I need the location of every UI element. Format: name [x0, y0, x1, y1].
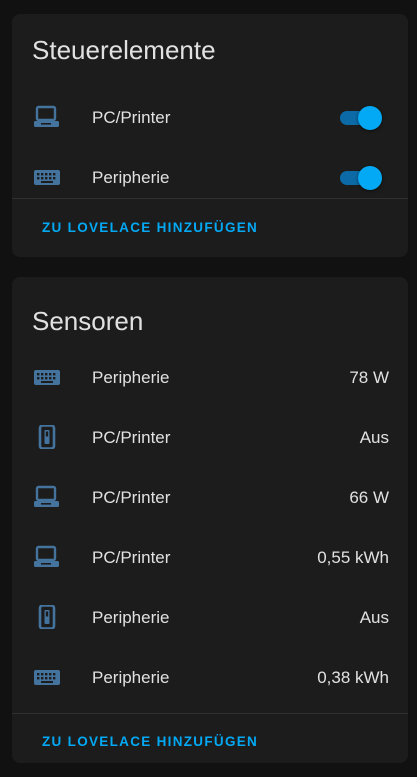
laptop-icon — [32, 545, 62, 569]
sensor-row[interactable]: PC/Printer 0,55 kWh — [12, 537, 408, 577]
sensor-value: Aus — [359, 608, 389, 627]
power-socket-icon — [32, 605, 62, 629]
controls-card-title: Steuerelemente — [32, 35, 216, 65]
sensor-row[interactable]: Peripherie 78 W — [12, 357, 408, 397]
control-row-pc-printer[interactable]: PC/Printer — [12, 97, 408, 137]
keyboard-icon — [32, 165, 62, 189]
controls-card: Steuerelemente PC/Printer Peripherie ZU … — [12, 14, 408, 257]
peripherie-toggle[interactable] — [338, 166, 382, 190]
toggle-knob — [358, 106, 382, 130]
sensor-value: 66 W — [349, 488, 389, 507]
sensors-card-title: Sensoren — [32, 306, 144, 336]
keyboard-icon — [32, 365, 62, 389]
toggle-knob — [358, 166, 382, 190]
laptop-icon — [32, 105, 62, 129]
sensor-value: 0,55 kWh — [317, 548, 389, 567]
sensor-label: PC/Printer — [92, 548, 171, 567]
sensor-label: PC/Printer — [92, 428, 171, 447]
add-to-lovelace-button[interactable]: ZU LOVELACE HINZUFÜGEN — [42, 734, 258, 749]
card-divider — [12, 198, 408, 199]
sensor-value: 78 W — [349, 368, 389, 387]
sensor-label: Peripherie — [92, 368, 170, 387]
keyboard-icon — [32, 665, 62, 689]
sensor-row[interactable]: Peripherie Aus — [12, 597, 408, 637]
sensor-label: PC/Printer — [92, 488, 171, 507]
control-label: PC/Printer — [92, 108, 171, 127]
control-row-peripherie[interactable]: Peripherie — [12, 157, 408, 197]
sensor-value: 0,38 kWh — [317, 668, 389, 687]
sensor-row[interactable]: PC/Printer Aus — [12, 417, 408, 457]
sensor-value: Aus — [359, 428, 389, 447]
pc-printer-toggle[interactable] — [338, 106, 382, 130]
sensors-card: Sensoren Peripherie 78 W PC/Printer Aus … — [12, 277, 408, 763]
sensor-label: Peripherie — [92, 608, 170, 627]
sensor-label: Peripherie — [92, 668, 170, 687]
sensor-row[interactable]: Peripherie 0,38 kWh — [12, 657, 408, 697]
sensor-row[interactable]: PC/Printer 66 W — [12, 477, 408, 517]
control-label: Peripherie — [92, 168, 170, 187]
laptop-icon — [32, 485, 62, 509]
add-to-lovelace-button[interactable]: ZU LOVELACE HINZUFÜGEN — [42, 220, 258, 235]
card-divider — [12, 713, 408, 714]
power-socket-icon — [32, 425, 62, 449]
